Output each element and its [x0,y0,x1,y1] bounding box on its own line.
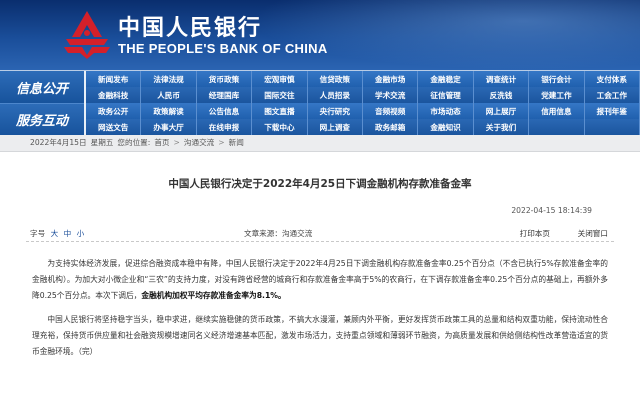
font-size-label: 字号 [30,229,46,238]
nav-item[interactable]: 金融市场 [363,71,419,87]
print-page-link[interactable]: 打印本页 [520,228,550,239]
nav-item[interactable]: 政策解读 [141,103,197,119]
nav-item[interactable]: 新闻发布 [86,71,142,87]
nav-item[interactable]: 下载中心 [252,119,308,135]
nav-item[interactable]: 报刊年鉴 [584,103,640,119]
current-date: 2022年4月15日 [30,138,87,147]
nav-item[interactable]: 学术交流 [363,87,419,103]
font-small-link[interactable]: 小 [77,229,85,238]
nav-item[interactable]: 金融稳定 [418,71,474,87]
location-label: 您的位置: [117,138,151,147]
article-tools: 字号 大 中 小 文章来源：沟通交流 打印本页 关闭窗口 [26,228,614,242]
article-meta: 2022-04-15 18:14:39 [26,206,614,220]
nav-item[interactable]: 支付体系 [584,71,640,87]
article-paragraph: 中国人民银行将坚持稳字当头，稳中求进，继续实施稳健的货币政策，不搞大水漫灌，兼顾… [32,315,608,356]
nav-row-4: 网送文告 办事大厅 在线申报 下载中心 网上调查 政务邮箱 金融知识 关于我们 [86,119,640,135]
nav-item[interactable]: 宏观审慎 [252,71,308,87]
nav-item[interactable]: 信用信息 [529,103,585,119]
breadcrumb-current[interactable]: 新闻 [229,137,244,148]
breadcrumb-section-link[interactable]: 沟通交流 [184,137,214,148]
nav-row-2: 金融科技 人民币 经理国库 国际交往 人员招录 学术交流 征信管理 反洗钱 党建… [86,87,640,103]
paragraph-text: 为支持实体经济发展，促进综合融资成本稳中有降，中国人民银行决定于2022年4月2… [32,259,608,300]
nav-item[interactable]: 央行研究 [307,103,363,119]
nav-item[interactable]: 公告信息 [196,103,253,119]
article-container: 中国人民银行决定于2022年4月25日下调金融机构存款准备金率 2022-04-… [0,176,640,360]
nav-item[interactable]: 人员招录 [307,87,363,103]
nav-item[interactable]: 调查统计 [473,71,530,87]
nav-item[interactable]: 网上调查 [307,119,363,135]
article-body: 为支持实体经济发展，促进综合融资成本稳中有降，中国人民银行决定于2022年4月2… [26,256,614,360]
nav-item[interactable]: 音频视频 [363,103,419,119]
nav-item[interactable]: 市场动态 [418,103,474,119]
current-weekday: 星期五 [90,138,114,147]
nav-item[interactable]: 人民币 [141,87,197,103]
article-title: 中国人民银行决定于2022年4月25日下调金融机构存款准备金率 [168,178,472,190]
font-size-control: 字号 大 中 小 [30,228,84,239]
nav-item[interactable]: 网上展厅 [473,103,530,119]
nav-row-3: 政务公开 政策解读 公告信息 图文直播 央行研究 音频视频 市场动态 网上展厅 … [86,103,640,119]
font-large-link[interactable]: 大 [51,229,59,238]
nav-item[interactable]: 金融知识 [418,119,474,135]
nav-row-1: 新闻发布 法律法规 货币政策 宏观审慎 信贷政策 金融市场 金融稳定 调查统计 … [86,71,640,87]
nav-item[interactable]: 政务邮箱 [363,119,419,135]
site-title-cn: 中国人民银行 [118,15,263,41]
nav-item[interactable]: 党建工作 [529,87,585,103]
nav-item[interactable]: 货币政策 [196,71,253,87]
publish-time: 2022-04-15 18:14:39 [511,206,592,215]
nav-item[interactable]: 关于我们 [473,119,530,135]
nav-item[interactable]: 经理国库 [196,87,253,103]
nav-group-info-disclosure: 信息公开 [0,71,84,103]
pboc-logo-icon[interactable] [60,9,114,59]
nav-item[interactable]: 反洗钱 [473,87,530,103]
breadcrumb-separator: > [173,138,180,147]
nav-item[interactable]: 在线申报 [196,119,253,135]
header-glow [250,0,640,70]
nav-item[interactable]: 征信管理 [418,87,474,103]
nav-item[interactable]: 法律法规 [141,71,197,87]
article-source: 文章来源：沟通交流 [244,229,313,238]
nav-item[interactable]: 国际交往 [252,87,308,103]
nav-item[interactable]: 银行会计 [529,71,585,87]
site-header: 中国人民银行 THE PEOPLE'S BANK OF CHINA [0,0,640,70]
breadcrumb: 2022年4月15日 星期五 您的位置: 首页 > 沟通交流 > 新闻 [0,134,640,152]
breadcrumb-home-link[interactable]: 首页 [154,137,169,148]
nav-item[interactable]: 政务公开 [86,103,142,119]
site-title-en: THE PEOPLE'S BANK OF CHINA [118,41,328,56]
breadcrumb-separator: > [218,138,225,147]
close-window-link[interactable]: 关闭窗口 [578,228,608,239]
nav-group-service-interaction: 服务互动 [0,103,84,135]
nav-item[interactable]: 信贷政策 [307,71,363,87]
nav-item[interactable]: 办事大厅 [141,119,197,135]
article-paragraph: 为支持实体经济发展，促进综合融资成本稳中有降，中国人民银行决定于2022年4月2… [32,256,608,304]
font-medium-link[interactable]: 中 [64,229,72,238]
main-nav: 信息公开 服务互动 新闻发布 法律法规 货币政策 宏观审慎 信贷政策 金融市场 … [0,70,640,135]
nav-item[interactable]: 网送文告 [86,119,142,135]
nav-item-empty [584,119,640,135]
paragraph-bold-text: 金融机构加权平均存款准备金率为8.1%。 [141,291,286,300]
nav-item[interactable]: 工会工作 [584,87,640,103]
nav-item[interactable]: 图文直播 [252,103,308,119]
nav-item-empty [529,119,585,135]
nav-item[interactable]: 金融科技 [86,87,142,103]
